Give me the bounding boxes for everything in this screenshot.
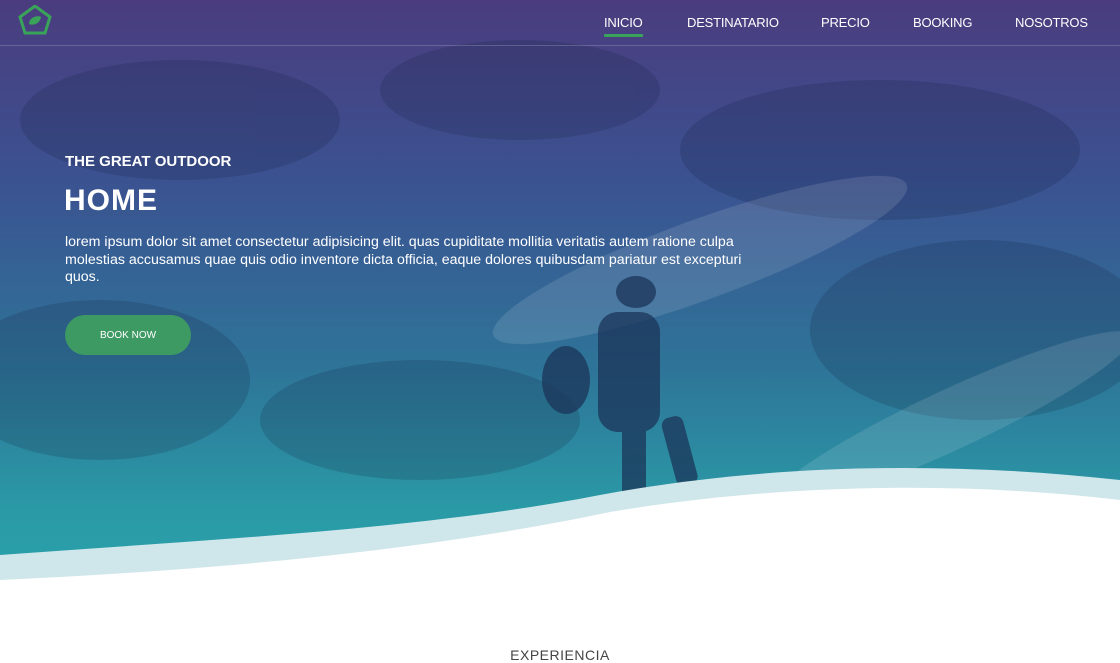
hero-title: HOME bbox=[64, 184, 158, 217]
section-heading-experiencia: EXPERIENCIA bbox=[510, 647, 610, 663]
hero-description: lorem ipsum dolor sit amet consectetur a… bbox=[65, 234, 742, 286]
book-now-button[interactable]: BOOK NOW bbox=[65, 315, 191, 355]
hero-wave-divider bbox=[0, 468, 1120, 600]
hero-eyebrow: THE GREAT OUTDOOR bbox=[65, 153, 232, 170]
hero-section: INICIO DESTINATARIO PRECIO BOOKING NOSOT… bbox=[0, 0, 1120, 600]
nav-item-inicio[interactable]: INICIO bbox=[604, 15, 643, 37]
nav-item-precio[interactable]: PRECIO bbox=[821, 15, 870, 30]
nav-item-booking[interactable]: BOOKING bbox=[913, 15, 972, 30]
nav-item-destinatario[interactable]: DESTINATARIO bbox=[687, 15, 779, 30]
nav-item-nosotros[interactable]: NOSOTROS bbox=[1015, 15, 1088, 30]
leaf-logo-icon[interactable] bbox=[18, 5, 52, 35]
top-navbar: INICIO DESTINATARIO PRECIO BOOKING NOSOT… bbox=[0, 0, 1120, 46]
